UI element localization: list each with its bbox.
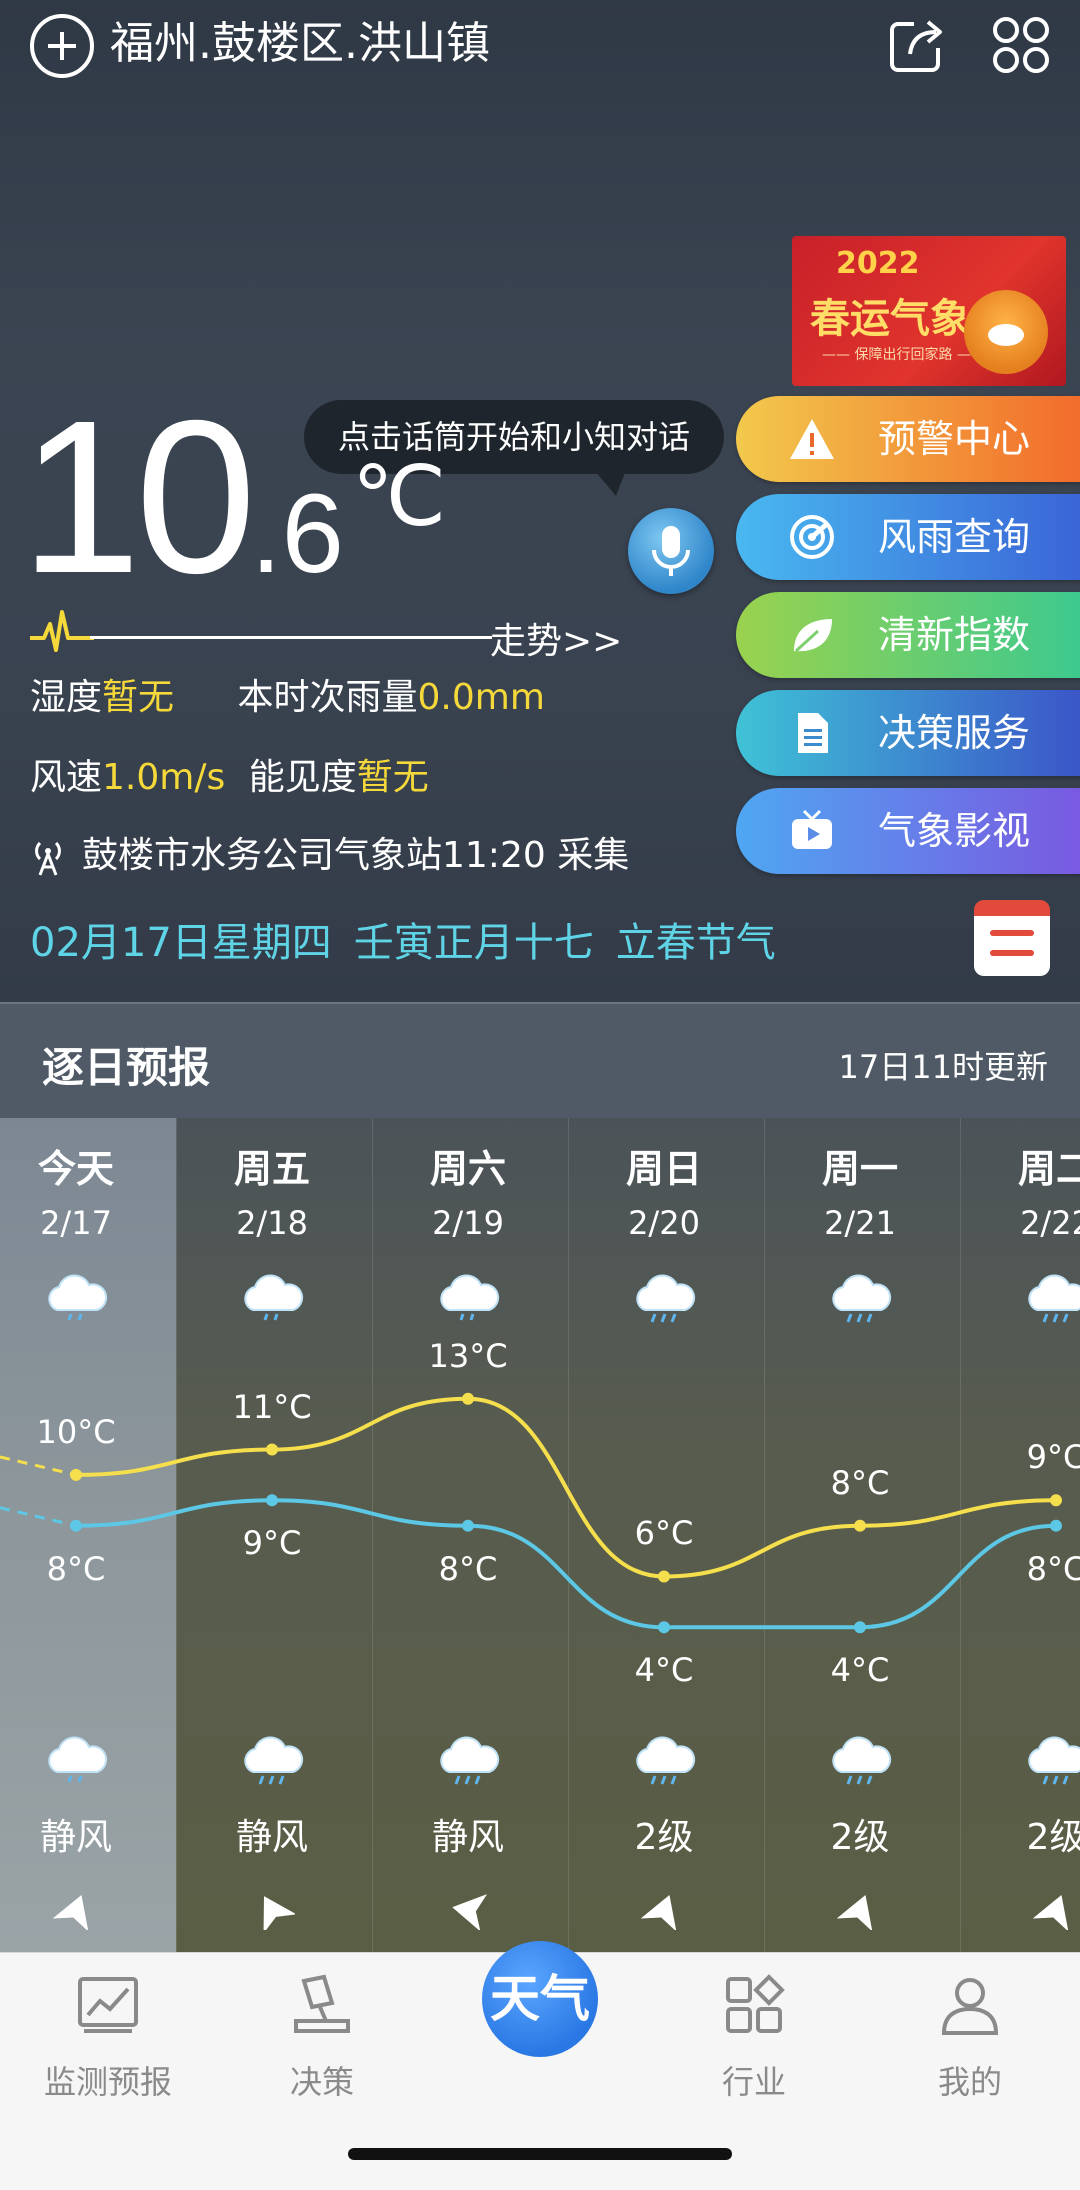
temperature-curves (0, 1392, 1062, 1634)
high-temp-point (1050, 1494, 1062, 1507)
temperature-integer: 10 (20, 376, 256, 619)
visibility-value: 暂无 (356, 757, 429, 798)
chart-icon (78, 1977, 138, 2033)
tv-icon (792, 809, 832, 849)
side-button-freshness[interactable]: 清新指数 (736, 592, 1080, 678)
station-text: 鼓楼市水务公司气象站11:20 采集 (82, 835, 630, 876)
antenna-icon (35, 841, 61, 876)
tiger-mascot-icon (964, 290, 1048, 374)
nav-industry[interactable]: 行业 (654, 1973, 854, 2101)
trend-link[interactable]: 走势>> (490, 612, 622, 664)
station-row: 鼓楼市水务公司气象站11:20 采集 (30, 826, 629, 878)
microphone-button[interactable] (628, 508, 714, 594)
low-temp-line (75, 1498, 1057, 1630)
side-button-label: 决策服务 (878, 711, 1031, 755)
low-temp-point (70, 1519, 82, 1532)
daily-forecast-panel[interactable]: 今天 2/17 静风 周五 2/18 静风 周六 2/19 静风 周日 2/20 2级 周一 2/21 2级… (0, 1118, 1080, 1952)
wind-visibility-row: 风速1.0m/s 能见度暂无 (30, 748, 429, 800)
radar-icon (790, 515, 834, 559)
temperature-decimal: .6 (250, 471, 344, 596)
high-temp-label: 11°C (232, 1387, 312, 1426)
high-temp-point (70, 1468, 82, 1481)
side-button-label: 风雨查询 (878, 515, 1031, 559)
humidity-value: 暂无 (102, 677, 175, 718)
high-temp-label: 10°C (36, 1412, 116, 1451)
share-icon[interactable] (886, 14, 948, 76)
daily-forecast-title: 逐日预报 (42, 1043, 211, 1092)
banner-subtitle: —— 保障出行回家路 —— (822, 347, 985, 363)
side-button-label: 清新指数 (878, 613, 1031, 657)
top-bar: 福州.鼓楼区.洪山镇 (0, 0, 1080, 90)
high-temp-point (266, 1443, 278, 1456)
nav-mine[interactable]: 我的 (870, 1973, 1070, 2101)
high-temp-label: 9°C (1026, 1438, 1080, 1477)
low-temp-label: 8°C (1026, 1549, 1080, 1588)
current-temperature: 10.6℃ (20, 389, 447, 607)
apps-icon (726, 1974, 785, 2033)
calendar-icon[interactable] (974, 900, 1050, 976)
low-temp-label: 9°C (242, 1524, 302, 1563)
nav-decision[interactable]: 决策 (222, 1973, 422, 2101)
user-icon (941, 1978, 999, 2035)
lunar-date: 壬寅正月十七 (353, 920, 594, 966)
home-indicator (348, 2148, 732, 2160)
nav-label: 我的 (937, 2063, 1002, 2101)
low-temp-label: 8°C (438, 1549, 498, 1588)
low-temp-label: 4°C (830, 1651, 890, 1690)
rain-label: 本时次雨量 (237, 677, 418, 718)
nav-center-label: 天气 (490, 1969, 590, 2028)
high-temp-point (658, 1570, 670, 1583)
low-temp-point (1050, 1519, 1062, 1532)
rain-value: 0.0mm (417, 677, 545, 718)
side-button-label: 气象影视 (878, 809, 1031, 853)
wind-value: 1.0m/s (102, 757, 226, 798)
nav-label: 决策 (289, 2063, 354, 2101)
side-button-label: 预警中心 (878, 417, 1031, 461)
menu-grid-icon[interactable] (990, 14, 1052, 76)
low-temp-point (854, 1621, 866, 1634)
temperature-unit: ℃ (351, 449, 447, 543)
date-row: 02月17日星期四 壬寅正月十七 立春节气 (30, 910, 798, 968)
humidity-label: 湿度 (30, 677, 103, 718)
daily-forecast-header: 逐日预报 17日11时更新 (0, 1002, 1080, 1118)
podium-icon (294, 1974, 350, 2033)
warning-icon (790, 419, 834, 459)
high-temp-label: 8°C (830, 1463, 890, 1502)
banner-year: 2022 (836, 246, 920, 281)
low-temp-label: 8°C (46, 1549, 106, 1588)
location-title[interactable]: 福州.鼓楼区.洪山镇 (110, 14, 490, 74)
low-temp-lead-line (0, 1506, 77, 1528)
side-button-warning[interactable]: 预警中心 (736, 396, 1080, 482)
side-button-video[interactable]: 气象影视 (736, 788, 1080, 874)
low-temp-point (658, 1621, 670, 1634)
visibility-label: 能见度 (248, 757, 357, 798)
trend-divider (90, 636, 492, 639)
microphone-icon (652, 526, 690, 576)
banner-title: 春运气象 (810, 295, 970, 342)
side-button-wind-rain[interactable]: 风雨查询 (736, 494, 1080, 580)
low-temp-point (462, 1519, 474, 1532)
weather-center-icon[interactable]: 天气 (482, 1941, 598, 2057)
high-temp-point (854, 1519, 866, 1532)
high-temp-point (462, 1392, 474, 1405)
nav-label: 监测预报 (43, 2063, 172, 2101)
high-temp-label: 6°C (634, 1514, 694, 1553)
high-temp-label: 13°C (428, 1336, 508, 1375)
solar-term: 立春节气 (615, 920, 776, 966)
high-temp-lead-line (0, 1455, 77, 1477)
solar-date: 02月17日星期四 (30, 920, 332, 966)
spring-travel-banner[interactable]: 2022 春运气象 —— 保障出行回家路 —— (792, 236, 1066, 386)
humidity-rain-row: 湿度暂无 本时次雨量0.0mm (30, 668, 545, 720)
low-temp-label: 4°C (634, 1651, 694, 1690)
nav-monitor-forecast[interactable]: 监测预报 (8, 1973, 208, 2101)
pulse-icon (30, 610, 94, 652)
low-temp-point (266, 1494, 278, 1507)
side-button-decision[interactable]: 决策服务 (736, 690, 1080, 776)
wind-label: 风速 (30, 757, 103, 798)
document-icon (798, 713, 828, 753)
add-location-icon[interactable] (30, 14, 94, 78)
daily-update-time: 17日11时更新 (838, 1048, 1048, 1086)
nav-label: 行业 (721, 2063, 786, 2101)
leaf-icon (794, 619, 832, 653)
